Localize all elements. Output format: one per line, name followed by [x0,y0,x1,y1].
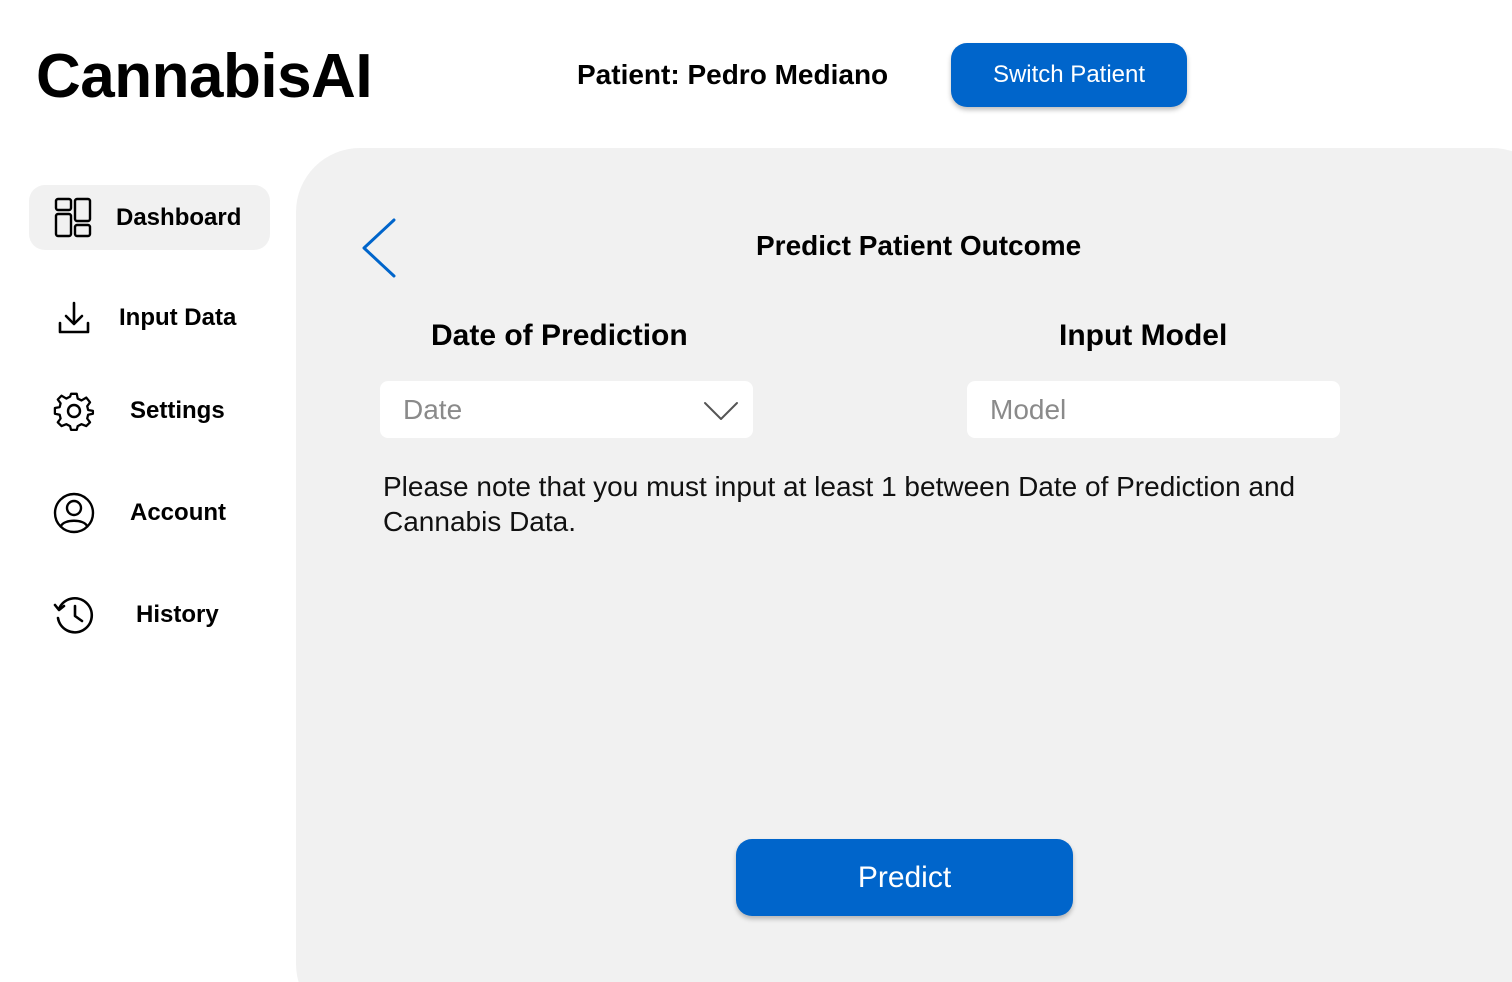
switch-patient-button[interactable]: Switch Patient [951,43,1187,107]
predict-button[interactable]: Predict [736,839,1073,916]
sidebar-item-input-data[interactable]: Input Data [29,285,270,350]
sidebar-item-label: Input Data [119,304,237,331]
sidebar-item-dashboard[interactable]: Dashboard [29,185,270,250]
sidebar-item-history[interactable]: History [29,582,270,647]
history-icon [53,597,94,634]
chevron-left-icon[interactable] [360,216,400,280]
chevron-down-icon [704,402,738,420]
date-select-placeholder: Date [403,394,463,425]
dashboard-icon [54,197,92,238]
user-circle-icon [53,492,95,534]
gear-icon [53,392,95,432]
date-field-heading: Date of Prediction [431,319,688,352]
download-icon [58,301,90,334]
model-input[interactable] [967,381,1340,438]
page-title: Predict Patient Outcome [756,230,1082,261]
sidebar-item-account[interactable]: Account [29,480,270,545]
app-root: CannabisAI Patient: Pedro Mediano Switch… [0,0,1512,982]
sidebar-item-settings[interactable]: Settings [29,378,270,443]
app-title: CannabisAI [36,42,373,111]
sidebar-item-label: History [136,601,219,628]
input-note: Please note that you must input at least… [383,471,1296,537]
sidebar-item-label: Settings [130,397,225,424]
sidebar-item-label: Dashboard [116,204,242,231]
sidebar-item-label: Account [130,499,226,526]
patient-label: Patient: Pedro Mediano [577,59,889,90]
model-field-heading: Input Model [1059,319,1228,352]
date-select[interactable]: Date [380,381,753,438]
